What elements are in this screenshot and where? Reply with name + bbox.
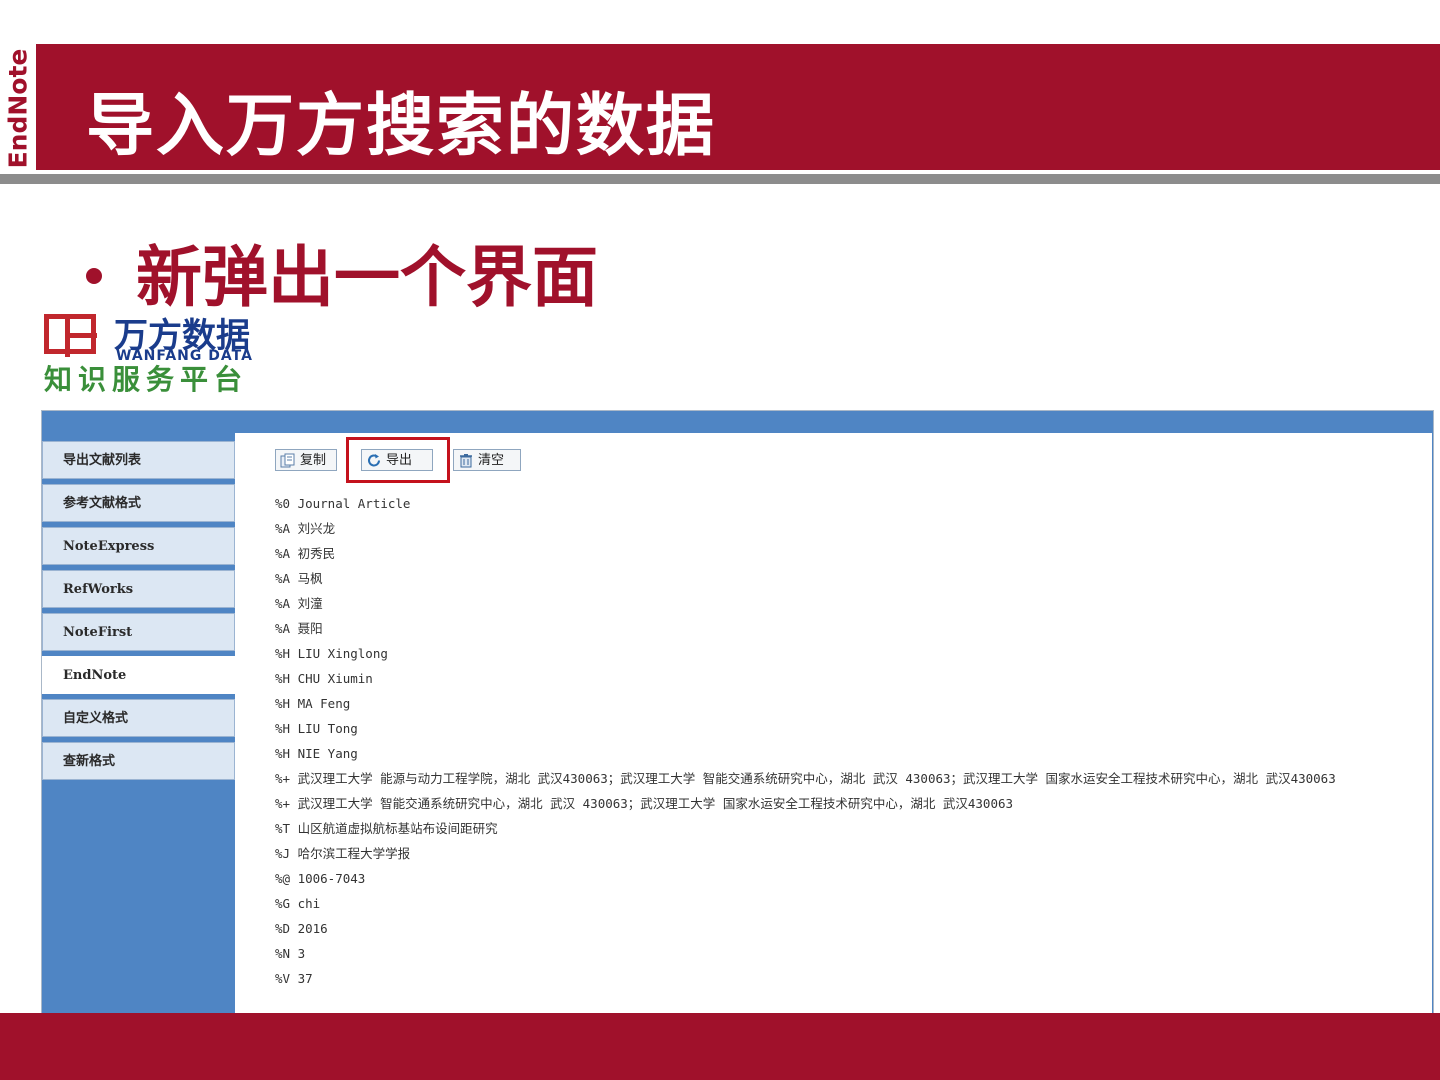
copy-button[interactable]: 复制 — [275, 449, 337, 471]
copy-button-label: 复制 — [300, 453, 327, 468]
sidebar-item-label: RefWorks — [63, 582, 134, 597]
export-window: 导出文献列表 参考文献格式 NoteExpress RefWorks NoteF… — [41, 410, 1434, 1016]
record-line: %H MA Feng — [275, 696, 351, 711]
wanfang-subtitle: 知识服务平台 — [44, 363, 249, 396]
record-line: %H LIU Xinglong — [275, 646, 388, 661]
bullet-text: 新弹出一个界面 — [136, 239, 598, 316]
sidebar-item-label: NoteFirst — [63, 625, 133, 640]
record-line: %0 Journal Article — [275, 496, 411, 511]
endnote-record-text: %0 Journal Article %A 刘兴龙 %A 初秀民 %A 马枫 %… — [275, 491, 1415, 991]
endnote-logo-text: EndNote — [3, 48, 33, 169]
window-top-bar — [42, 411, 1433, 433]
sidebar-item-label: EndNote — [63, 668, 127, 683]
record-line: %H LIU Tong — [275, 721, 358, 736]
wanfang-mark-icon — [44, 314, 97, 357]
sidebar-item-reference-format[interactable]: 参考文献格式 — [42, 484, 235, 522]
clear-button[interactable]: 清空 — [453, 449, 521, 471]
slide-title: 导入万方搜索的数据 — [86, 87, 717, 166]
record-line: %N 3 — [275, 946, 306, 961]
sidebar-item-custom-format[interactable]: 自定义格式 — [42, 699, 235, 737]
format-sidebar: 导出文献列表 参考文献格式 NoteExpress RefWorks NoteF… — [42, 441, 236, 785]
sidebar-item-export-list[interactable]: 导出文献列表 — [42, 441, 235, 479]
record-line: %D 2016 — [275, 921, 328, 936]
endnote-vertical-logo: EndNote — [0, 44, 36, 174]
record-line: %A 初秀民 — [275, 546, 336, 561]
sidebar-item-label: 查新格式 — [63, 754, 116, 769]
record-line: %H CHU Xiumin — [275, 671, 373, 686]
trash-icon — [460, 454, 472, 468]
record-line: %+ 武汉理工大学 能源与动力工程学院，湖北 武汉430063；武汉理工大学 智… — [275, 771, 1336, 786]
wanfang-logo: 万方数据 WANFANG DATA 知识服务平台 — [44, 310, 304, 396]
title-divider — [0, 174, 1440, 184]
sidebar-item-refworks[interactable]: RefWorks — [42, 570, 235, 608]
sidebar-item-novelty-format[interactable]: 查新格式 — [42, 742, 235, 780]
record-line: %H NIE Yang — [275, 746, 358, 761]
record-line: %A 刘潼 — [275, 596, 323, 611]
sidebar-item-label: NoteExpress — [63, 539, 155, 554]
footer-bar — [0, 1013, 1440, 1080]
bullet-dot-icon — [86, 267, 102, 284]
sidebar-item-label: 导出文献列表 — [63, 453, 142, 468]
record-line: %J 哈尔滨工程大学学报 — [275, 846, 411, 861]
record-line: %@ 1006-7043 — [275, 871, 366, 886]
sidebar-item-label: 参考文献格式 — [63, 496, 142, 511]
sidebar-item-noteexpress[interactable]: NoteExpress — [42, 527, 235, 565]
export-content: 复制 导出 清空 %0 Journal Article %A 刘兴龙 %A 初秀… — [235, 433, 1432, 1015]
bullet-point: 新弹出一个界面 — [86, 224, 598, 320]
record-line: %A 马枫 — [275, 571, 323, 586]
sidebar-item-label: 自定义格式 — [63, 711, 129, 726]
record-line: %A 刘兴龙 — [275, 521, 336, 536]
clear-button-label: 清空 — [478, 453, 505, 468]
export-highlight-box — [346, 437, 450, 483]
record-line: %A 聂阳 — [275, 621, 323, 636]
record-line: %+ 武汉理工大学 智能交通系统研究中心，湖北 武汉 430063；武汉理工大学… — [275, 796, 1014, 811]
title-bar: 导入万方搜索的数据 — [36, 44, 1440, 170]
copy-icon — [280, 453, 295, 468]
sidebar-item-notefirst[interactable]: NoteFirst — [42, 613, 235, 651]
record-line: %T 山区航道虚拟航标基站布设间距研究 — [275, 821, 498, 836]
sidebar-item-endnote[interactable]: EndNote — [42, 656, 236, 694]
record-line: %V 37 — [275, 971, 313, 986]
record-line: %G chi — [275, 896, 321, 911]
